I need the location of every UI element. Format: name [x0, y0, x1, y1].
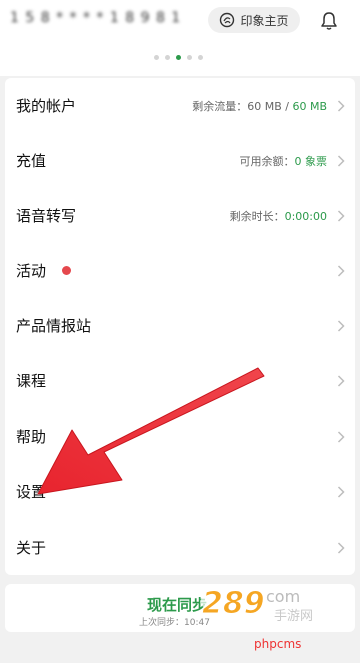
menu-row-label: 关于: [16, 539, 47, 557]
menu-row-label: 课程: [16, 372, 47, 390]
menu-row-label: 语音转写: [16, 207, 77, 225]
bell-icon[interactable]: [318, 10, 340, 32]
menu-row-info: 剩余时长：0:00:00: [230, 208, 327, 224]
chevron-right-icon: [337, 541, 345, 554]
home-page-label: 印象主页: [240, 13, 289, 28]
menu-row-info-value: 0:00:00: [284, 209, 327, 223]
menu-row-label: 活动: [16, 262, 47, 280]
carousel-dot: [154, 55, 159, 60]
menu-row[interactable]: 充值 可用余额：0 象票: [5, 133, 355, 188]
chevron-right-icon: [337, 485, 345, 498]
menu-row-info-prefix: 可用余额：: [239, 154, 295, 168]
menu-row-info-main: 60 MB /: [247, 99, 293, 113]
menu-row[interactable]: 我的帐户 剩余流量：60 MB / 60 MB: [5, 78, 355, 133]
watermark-logo: 289 com 手游网: [200, 586, 332, 624]
carousel-dot: [176, 55, 181, 60]
menu-row-info: 剩余流量：60 MB / 60 MB: [192, 98, 327, 114]
chevron-right-icon: [337, 154, 345, 167]
chevron-right-icon: [337, 99, 345, 112]
menu-row[interactable]: 设置: [5, 464, 355, 519]
watermark-text: phpcms: [254, 637, 302, 651]
menu-row-label: 充值: [16, 152, 47, 170]
menu-row-info-value: 60 MB: [292, 99, 327, 113]
menu-row[interactable]: 活动: [5, 243, 355, 298]
menu-row-info: 可用余额：0 象票: [240, 153, 328, 169]
chevron-right-icon: [337, 430, 345, 443]
menu-row-label: 设置: [16, 483, 47, 501]
account-name: 1 5 8 * * * * 1 8 9 8 1: [10, 10, 182, 26]
menu-row[interactable]: 帮助: [5, 409, 355, 464]
chevron-right-icon: [337, 264, 345, 277]
menu-row[interactable]: 语音转写 剩余时长：0:00:00: [5, 188, 355, 243]
menu-row-label: 产品情报站: [16, 317, 92, 335]
menu-row[interactable]: 课程: [5, 353, 355, 408]
menu-row[interactable]: 产品情报站: [5, 298, 355, 353]
settings-menu: 我的帐户 剩余流量：60 MB / 60 MB 充值 可用余额：0 象票语音转写 剩余时…: [5, 78, 355, 575]
home-page-button[interactable]: 印象主页: [208, 7, 300, 33]
chevron-right-icon: [337, 209, 345, 222]
carousel-dot: [198, 55, 203, 60]
menu-row-label: 我的帐户: [16, 97, 77, 115]
watermark-logo-suffix: com: [266, 587, 300, 606]
menu-row[interactable]: 关于: [5, 520, 355, 575]
banner-area: [0, 46, 360, 76]
notification-dot: [62, 266, 71, 275]
chevron-right-icon: [337, 374, 345, 387]
menu-row-label: 帮助: [16, 428, 47, 446]
menu-row-info-prefix: 剩余时长：: [229, 209, 285, 223]
evernote-logo-icon: [220, 12, 235, 28]
watermark-logo-number: 289: [202, 586, 265, 621]
menu-row-info-prefix: 剩余流量：: [192, 99, 248, 113]
carousel-indicator: [154, 55, 203, 60]
carousel-dot: [187, 55, 192, 60]
top-bar: 1 5 8 * * * * 1 8 9 8 1 印象主页: [0, 0, 360, 46]
menu-row-info-value: 0 象票: [294, 154, 328, 168]
watermark-logo-cn: 手游网: [274, 609, 313, 624]
carousel-dot: [165, 55, 170, 60]
chevron-right-icon: [337, 319, 345, 332]
